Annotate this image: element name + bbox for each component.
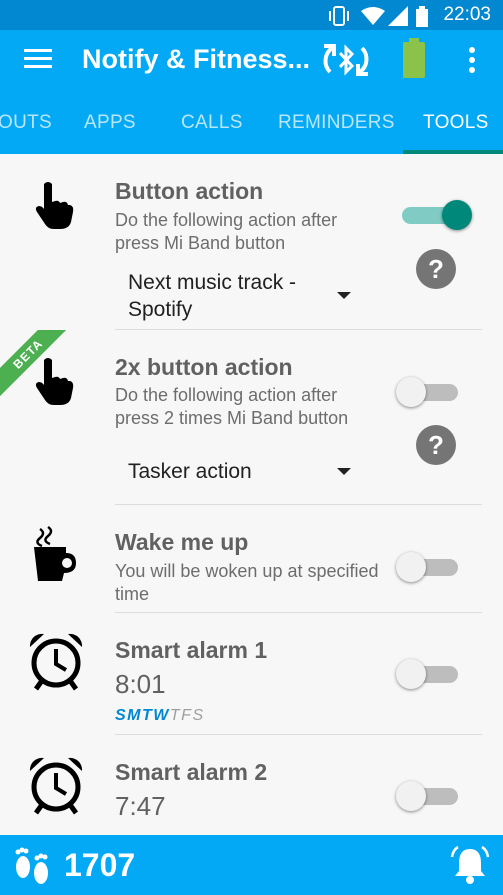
smart-alarm-1-time[interactable]: 8:01 — [115, 669, 166, 700]
help-icon[interactable]: ? — [416, 425, 456, 465]
chevron-down-icon[interactable] — [337, 468, 351, 475]
signal-icon — [388, 6, 408, 26]
tab-apps[interactable]: APPS — [84, 112, 136, 134]
wake-me-up-toggle[interactable] — [396, 552, 460, 582]
double-button-action-row: BETA 2x button action Do the following a… — [0, 330, 503, 504]
footprints-icon — [15, 847, 48, 884]
app-bar: Notify & Fitness... — [0, 30, 503, 92]
smart-alarm-1-toggle[interactable] — [396, 659, 460, 689]
status-time: 22:03 — [443, 4, 491, 25]
day-wednesday[interactable]: W — [153, 707, 170, 724]
tab-reminders[interactable]: REMINDERS — [278, 112, 395, 134]
toggle-knob — [442, 200, 472, 230]
day-sunday[interactable]: S — [115, 707, 127, 724]
step-count: 1707 — [64, 847, 136, 883]
button-action-row: Button action Do the following action af… — [0, 154, 503, 329]
hand-pointer-icon — [35, 358, 74, 405]
bottom-bar: 1707 — [0, 835, 503, 895]
status-bar: 22:03 — [0, 0, 503, 30]
alarm-clock-icon — [29, 757, 83, 815]
double-button-action-title: 2x button action — [115, 354, 293, 380]
battery-icon — [416, 6, 428, 27]
bluetooth-sync-icon[interactable] — [320, 38, 372, 82]
day-tuesday[interactable]: T — [142, 707, 153, 724]
more-options-icon[interactable] — [468, 46, 476, 74]
day-thursday[interactable]: T — [170, 707, 181, 724]
button-action-toggle[interactable] — [396, 200, 472, 230]
coffee-cup-icon — [34, 525, 76, 581]
double-button-action-select[interactable]: Tasker action — [128, 458, 358, 485]
tab-tools[interactable]: TOOLS — [423, 112, 489, 134]
tab-bar: OUTS APPS CALLS REMINDERS TOOLS — [0, 92, 503, 154]
toggle-knob — [396, 377, 426, 407]
alarm-clock-icon — [29, 633, 83, 691]
smart-alarm-2-row: Smart alarm 2 7:47 — [0, 735, 503, 835]
tab-outs[interactable]: OUTS — [0, 112, 52, 134]
band-battery-icon — [403, 38, 425, 78]
smart-alarm-2-toggle[interactable] — [396, 781, 460, 811]
toggle-knob — [396, 659, 426, 689]
wake-me-up-description: You will be woken up at specified time — [115, 561, 379, 604]
smart-alarm-2-title: Smart alarm 2 — [115, 759, 268, 785]
alarm-bell-icon[interactable] — [448, 845, 492, 885]
button-action-description: Do the following action after press Mi B… — [115, 210, 338, 253]
wifi-icon — [361, 7, 385, 25]
smart-alarm-1-row: Smart alarm 1 8:01 SMTWTFS — [0, 613, 503, 734]
button-action-title: Button action — [115, 178, 264, 204]
toggle-knob — [396, 552, 426, 582]
app-title: Notify & Fitness... — [82, 44, 311, 74]
double-button-action-toggle[interactable] — [396, 377, 460, 407]
day-monday[interactable]: M — [127, 707, 142, 724]
double-button-action-description: Do the following action after press 2 ti… — [115, 385, 349, 428]
wake-me-up-row: Wake me up You will be woken up at speci… — [0, 505, 503, 612]
smart-alarm-2-time[interactable]: 7:47 — [115, 791, 166, 822]
tab-calls[interactable]: CALLS — [181, 112, 243, 134]
help-icon[interactable]: ? — [416, 249, 456, 289]
tools-list: Button action Do the following action af… — [0, 154, 503, 835]
vibrate-icon — [329, 6, 349, 26]
smart-alarm-1-title: Smart alarm 1 — [115, 637, 268, 663]
day-friday[interactable]: F — [181, 707, 192, 724]
hand-pointer-icon — [35, 182, 74, 229]
chevron-down-icon[interactable] — [337, 292, 351, 299]
wake-me-up-title: Wake me up — [115, 529, 249, 555]
day-saturday[interactable]: S — [192, 707, 204, 724]
toggle-knob — [396, 781, 426, 811]
button-action-select[interactable]: Next music track - Spotify — [128, 269, 358, 323]
smart-alarm-1-days[interactable]: SMTWTFS — [115, 707, 205, 725]
menu-icon[interactable] — [24, 48, 52, 70]
